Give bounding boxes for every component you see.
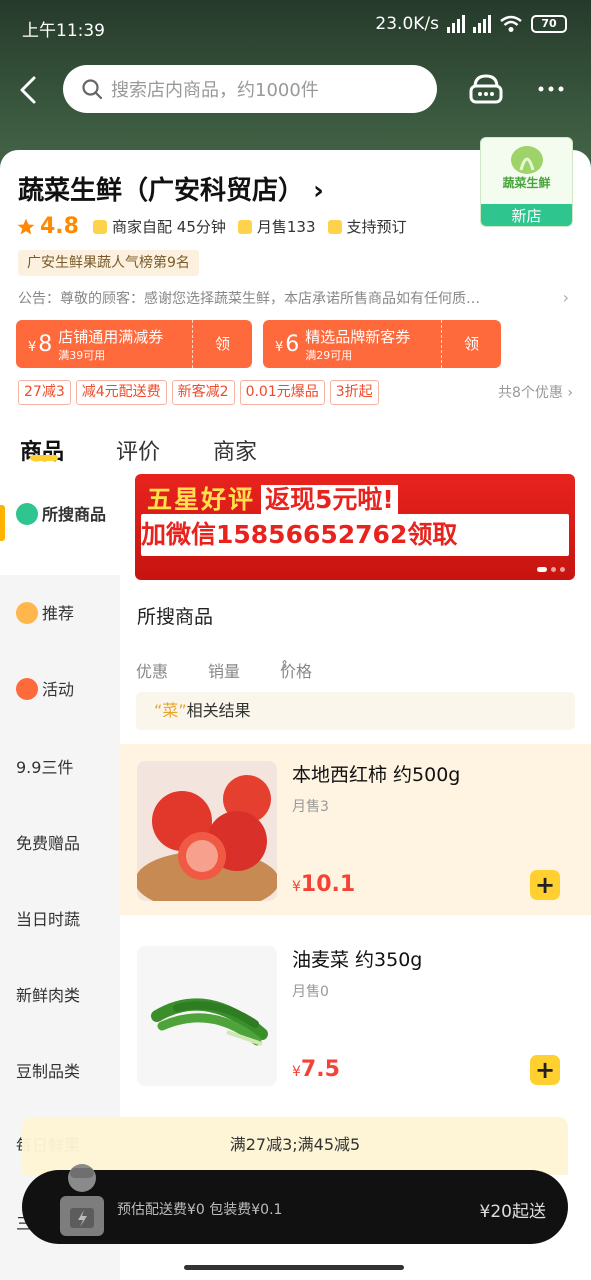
store-tabs: 商品 评价 商家: [0, 430, 591, 475]
promo-tag[interactable]: 新客减2: [171, 380, 235, 405]
status-time: 上午11:39: [22, 21, 105, 41]
sort-sales[interactable]: 销量: [208, 658, 240, 682]
signal-icon: [473, 15, 491, 33]
active-tab-indicator: [30, 455, 58, 461]
customer-service-icon[interactable]: [466, 68, 506, 108]
wifi-icon: [500, 15, 522, 32]
more-icon[interactable]: [536, 74, 566, 104]
signal-icon: [447, 15, 465, 33]
tab-reviews[interactable]: 评价: [116, 434, 160, 466]
home-indicator: [184, 1265, 404, 1270]
sort-discount[interactable]: 优惠: [136, 658, 168, 682]
delivery-rider-icon[interactable]: [52, 1160, 112, 1244]
store-stats: 4.8 商家自配 45分钟 月售133 支持预订: [16, 214, 419, 239]
promo-banner[interactable]: 五星好评 返现5元啦! 加微信15856652762领取: [135, 474, 575, 580]
carousel-dots: [537, 567, 565, 572]
sidebar-item-daily-veg[interactable]: 当日时蔬: [0, 906, 120, 930]
claim-coupon-button[interactable]: 领: [441, 320, 501, 368]
sidebar-item-fresh-meat[interactable]: 新鲜肉类: [0, 982, 120, 1006]
promo-tag[interactable]: 3折起: [329, 380, 379, 405]
lettuce-image: [137, 946, 277, 1086]
coupon-amount: 6: [285, 331, 300, 357]
minimum-order: ¥20起送: [479, 1202, 546, 1222]
sidebar-item-three-for-9-9[interactable]: 9.9三件: [0, 754, 120, 778]
store-notice[interactable]: 公告：尊敬的顾客：感谢您选择蔬菜生鲜，本店承诺所售商品如有任何质…: [18, 288, 573, 308]
promo-tag[interactable]: 0.01元爆品: [239, 380, 325, 405]
product-price: ¥10.1: [292, 872, 356, 897]
battery-icon: 70: [531, 15, 567, 33]
coupon-card[interactable]: ¥8 店铺通用满减券 满39可用 领: [16, 320, 252, 368]
store-logo[interactable]: 蔬菜生鲜 新店: [480, 137, 573, 227]
product-item[interactable]: 油麦菜 约350g 月售0 ¥7.5 +: [120, 929, 591, 1100]
tomato-image: [137, 761, 277, 901]
net-speed: 23.0K/s: [375, 14, 439, 34]
tab-goods[interactable]: 商品: [20, 434, 64, 466]
sales-icon: [237, 219, 252, 234]
preorder-icon: [327, 219, 342, 234]
search-input[interactable]: 搜索店内商品，约1000件: [63, 65, 437, 113]
sort-arrows-icon: ⇕: [280, 658, 290, 671]
promo-tags: 27减3 减4元配送费 新客减2 0.01元爆品 3折起: [18, 380, 379, 405]
star-icon: [17, 218, 35, 234]
promo-tag[interactable]: 减4元配送费: [75, 380, 167, 405]
back-button[interactable]: [14, 70, 44, 110]
coupon-condition: 满39可用: [58, 348, 106, 362]
activity-icon: [16, 678, 38, 700]
product-name: 本地西红柿 约500g: [292, 764, 461, 786]
cart-bar[interactable]: 预估配送费¥0 包装费¥0.1 ¥20起送: [22, 1164, 568, 1244]
sidebar-item-searched[interactable]: 所搜商品: [0, 475, 120, 575]
coupon-amount: 8: [38, 331, 53, 357]
recommend-icon: [16, 602, 38, 624]
search-icon: [16, 503, 38, 525]
sidebar-item-recommend[interactable]: 推荐: [0, 600, 120, 624]
chevron-right-icon: ›: [313, 176, 324, 206]
coupon-condition: 满29可用: [305, 348, 353, 362]
coupon-card[interactable]: ¥6 精选品牌新客券 满29可用 领: [263, 320, 501, 368]
product-sales: 月售3: [292, 799, 329, 815]
new-store-badge: 新店: [481, 204, 572, 226]
claim-coupon-button[interactable]: 领: [192, 320, 252, 368]
banner-wechat-text: 加微信15856652762领取: [141, 514, 569, 556]
sidebar-item-free-gift[interactable]: 免费赠品: [0, 830, 120, 854]
coupon-title: 店铺通用满减券: [58, 327, 164, 346]
product-image[interactable]: [137, 761, 277, 901]
store-rating: 4.8: [40, 214, 79, 239]
delivery-icon: [92, 219, 107, 234]
add-to-cart-button[interactable]: +: [530, 1055, 560, 1085]
product-item[interactable]: 本地西红柿 约500g 月售3 ¥10.1 +: [120, 744, 591, 915]
search-icon: [82, 79, 103, 100]
coupon-title: 精选品牌新客券: [305, 327, 411, 346]
section-title: 所搜商品: [137, 606, 214, 628]
add-to-cart-button[interactable]: +: [530, 870, 560, 900]
chevron-right-icon[interactable]: ›: [563, 288, 569, 307]
promo-tag[interactable]: 27减3: [18, 380, 71, 405]
more-promos-link[interactable]: 共8个优惠 ›: [498, 382, 573, 402]
product-image[interactable]: [137, 946, 277, 1086]
store-name[interactable]: 蔬菜生鲜（广安科贸店） ›: [18, 170, 324, 207]
product-price: ¥7.5: [292, 1057, 340, 1082]
product-sales: 月售0: [292, 984, 329, 1000]
search-placeholder: 搜索店内商品，约1000件: [111, 80, 319, 101]
sidebar-item-activity[interactable]: 活动: [0, 676, 120, 700]
store-card: 蔬菜生鲜（广安科贸店） › 蔬菜生鲜 新店 4.8 商家自配 45分钟 月售13…: [0, 137, 591, 1280]
rank-badge[interactable]: 广安生鲜果蔬人气榜第9名: [18, 250, 199, 276]
product-name: 油麦菜 约350g: [292, 949, 423, 971]
search-result-hint: “菜”相关结果: [136, 692, 575, 730]
status-bar: 上午11:39 23.0K/s 70: [0, 0, 591, 54]
active-category-indicator: [0, 505, 5, 541]
tab-merchant[interactable]: 商家: [213, 434, 257, 466]
sidebar-item-tofu[interactable]: 豆制品类: [0, 1058, 120, 1082]
delivery-fee: 预估配送费¥0 包装费¥0.1: [117, 1202, 283, 1218]
